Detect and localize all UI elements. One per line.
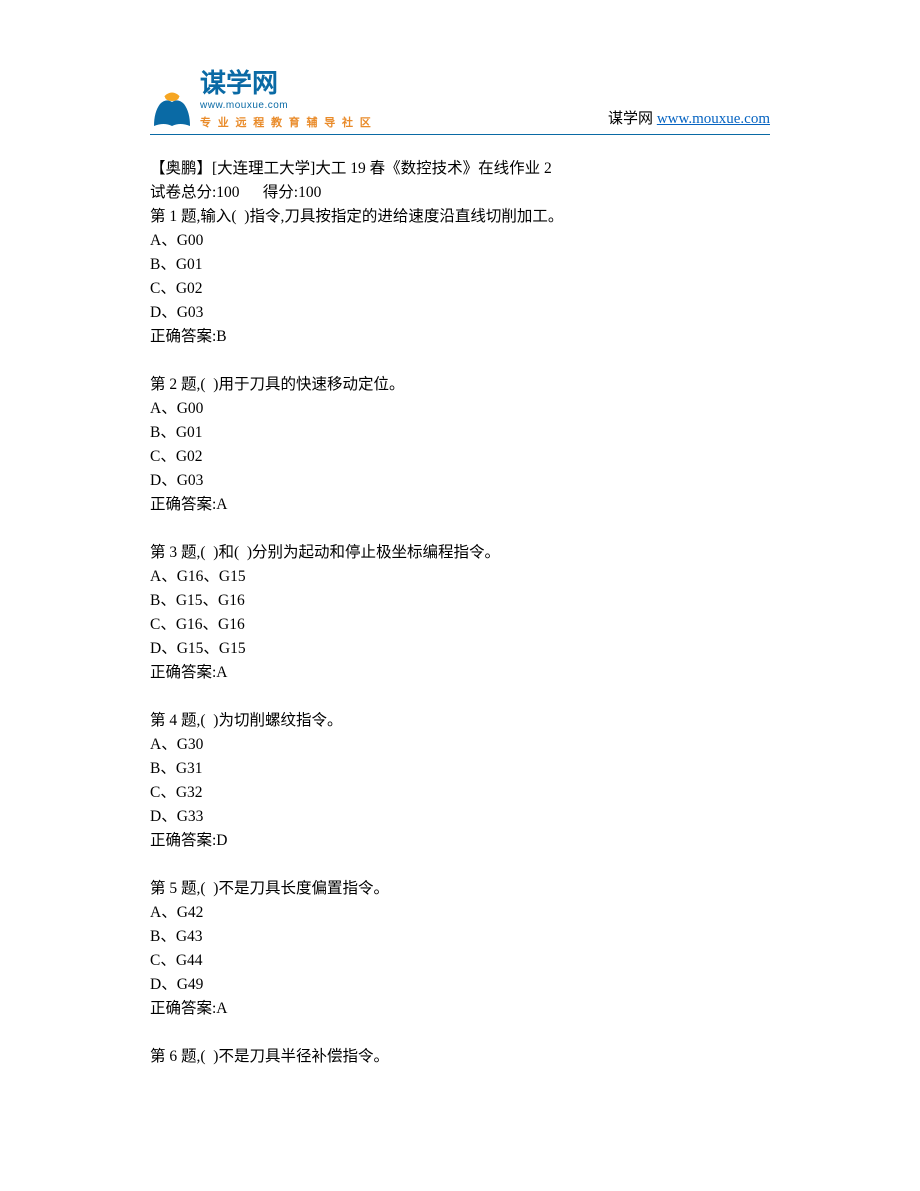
header-right: 谋学网 www.mouxue.com — [608, 108, 770, 132]
question-stem: 第 5 题,( )不是刀具长度偏置指令。 — [150, 877, 770, 901]
question-option: A、G42 — [150, 901, 770, 925]
question-option: C、G02 — [150, 445, 770, 469]
question-block: 第 3 题,( )和( )分别为起动和停止极坐标编程指令。A、G16、G15B、… — [150, 541, 770, 685]
question-answer: 正确答案:A — [150, 997, 770, 1021]
question-option: D、G03 — [150, 469, 770, 493]
question-answer: 正确答案:D — [150, 829, 770, 853]
question-stem: 第 2 题,( )用于刀具的快速移动定位。 — [150, 373, 770, 397]
question-stem: 第 6 题,( )不是刀具半径补偿指令。 — [150, 1045, 770, 1069]
question-stem: 第 4 题,( )为切削螺纹指令。 — [150, 709, 770, 733]
question-option: B、G01 — [150, 253, 770, 277]
logo-tagline: 专 业 远 程 教 育 辅 导 社 区 — [200, 115, 373, 132]
question-option: B、G31 — [150, 757, 770, 781]
logo-url-small: www.mouxue.com — [200, 98, 373, 113]
question-option: D、G03 — [150, 301, 770, 325]
question-option: D、G49 — [150, 973, 770, 997]
brand-label: 谋学网 — [608, 111, 653, 127]
question-option: A、G30 — [150, 733, 770, 757]
question-option: B、G01 — [150, 421, 770, 445]
question-stem: 第 3 题,( )和( )分别为起动和停止极坐标编程指令。 — [150, 541, 770, 565]
question-option: C、G02 — [150, 277, 770, 301]
question-answer: 正确答案:B — [150, 325, 770, 349]
question-option: B、G43 — [150, 925, 770, 949]
question-option: A、G16、G15 — [150, 565, 770, 589]
question-option: A、G00 — [150, 397, 770, 421]
question-answer: 正确答案:A — [150, 661, 770, 685]
page-header: 谋学网 www.mouxue.com 专 业 远 程 教 育 辅 导 社 区 谋… — [150, 70, 770, 135]
question-option: D、G15、G15 — [150, 637, 770, 661]
question-block: 第 2 题,( )用于刀具的快速移动定位。A、G00B、G01C、G02D、G0… — [150, 373, 770, 517]
intro-block: 【奥鹏】[大连理工大学]大工 19 春《数控技术》在线作业 2 试卷总分:100… — [150, 157, 770, 205]
book-logo-icon — [150, 92, 194, 132]
question-block: 第 6 题,( )不是刀具半径补偿指令。 — [150, 1045, 770, 1069]
exam-title: 【奥鹏】[大连理工大学]大工 19 春《数控技术》在线作业 2 — [150, 157, 770, 181]
brand-url-link[interactable]: www.mouxue.com — [657, 111, 770, 127]
question-block: 第 5 题,( )不是刀具长度偏置指令。A、G42B、G43C、G44D、G49… — [150, 877, 770, 1021]
question-option: B、G15、G16 — [150, 589, 770, 613]
question-option: C、G16、G16 — [150, 613, 770, 637]
question-block: 第 1 题,输入( )指令,刀具按指定的进给速度沿直线切削加工。A、G00B、G… — [150, 205, 770, 349]
question-block: 第 4 题,( )为切削螺纹指令。A、G30B、G31C、G32D、G33正确答… — [150, 709, 770, 853]
question-option: D、G33 — [150, 805, 770, 829]
question-stem: 第 1 题,输入( )指令,刀具按指定的进给速度沿直线切削加工。 — [150, 205, 770, 229]
question-option: C、G44 — [150, 949, 770, 973]
content-body: 【奥鹏】[大连理工大学]大工 19 春《数控技术》在线作业 2 试卷总分:100… — [150, 157, 770, 1070]
logo-text: 谋学网 — [200, 70, 278, 96]
score-line: 试卷总分:100 得分:100 — [150, 181, 770, 205]
question-answer: 正确答案:A — [150, 493, 770, 517]
question-option: C、G32 — [150, 781, 770, 805]
question-option: A、G00 — [150, 229, 770, 253]
logo: 谋学网 www.mouxue.com 专 业 远 程 教 育 辅 导 社 区 — [150, 70, 373, 132]
